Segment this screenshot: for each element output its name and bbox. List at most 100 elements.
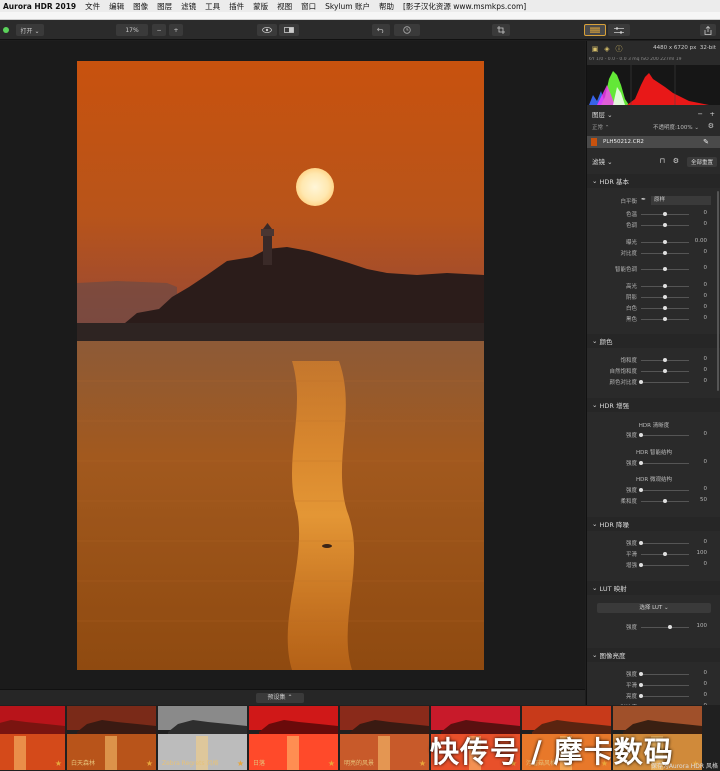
- crop-button[interactable]: [492, 24, 510, 36]
- slider-knob[interactable]: [639, 541, 643, 545]
- compare-button[interactable]: [279, 24, 299, 36]
- preset-thumbnail[interactable]: 日落 ★: [249, 706, 338, 770]
- slider-knob[interactable]: [663, 223, 667, 227]
- section-lut[interactable]: ⌄ LUT 映射: [587, 581, 720, 595]
- slider-knob[interactable]: [639, 563, 643, 567]
- preset-thumbnail[interactable]: 明亮的风景 ★: [340, 706, 429, 770]
- layers-icon[interactable]: ◈: [603, 45, 611, 53]
- filters-header[interactable]: 滤镜 ⌄ ⊓ ⚙ 全部重置: [587, 154, 720, 168]
- photo-sunset-lighthouse[interactable]: [77, 61, 484, 670]
- section-hdr-enhance[interactable]: ⌄ HDR 增强: [587, 398, 720, 412]
- presets-collection-button[interactable]: 预设集 ⌃: [256, 693, 304, 703]
- slider-track[interactable]: [641, 543, 689, 544]
- slider-row[interactable]: 色温 0: [587, 209, 720, 219]
- presets-toggle-button[interactable]: [584, 24, 606, 36]
- slider-row[interactable]: 曝光 0.00: [587, 237, 720, 247]
- slider-knob[interactable]: [663, 267, 667, 271]
- slider-row[interactable]: 柔和度 50: [587, 496, 720, 506]
- minus-icon[interactable]: −: [698, 110, 703, 118]
- slider-track[interactable]: [641, 685, 689, 686]
- zoom-in-button[interactable]: +: [169, 24, 183, 36]
- white-balance-row[interactable]: 白平衡 ✒ 原样: [587, 196, 720, 206]
- section-hdr-denoise[interactable]: ⌄ HDR 降噪: [587, 517, 720, 531]
- slider-row[interactable]: 黑色 0: [587, 314, 720, 324]
- slider-track[interactable]: [641, 382, 689, 383]
- reset-all-button[interactable]: 全部重置: [686, 157, 717, 167]
- eyedropper-icon[interactable]: ✒: [641, 196, 646, 203]
- menu-window[interactable]: 窗口: [301, 1, 316, 12]
- share-button[interactable]: [700, 24, 716, 36]
- slider-knob[interactable]: [639, 683, 643, 687]
- slider-track[interactable]: [641, 627, 689, 628]
- favorite-star-icon[interactable]: ★: [328, 759, 335, 768]
- adjustments-toggle-button[interactable]: [608, 24, 630, 36]
- preview-eye-button[interactable]: [257, 24, 277, 36]
- favorite-star-icon[interactable]: ★: [419, 759, 426, 768]
- slider-knob[interactable]: [663, 306, 667, 310]
- slider-knob[interactable]: [663, 284, 667, 288]
- slider-row[interactable]: 平滑 100: [587, 549, 720, 559]
- slider-track[interactable]: [641, 490, 689, 491]
- slider-track[interactable]: [641, 463, 689, 464]
- menu-view[interactable]: 视图: [277, 1, 292, 12]
- blend-mode-select[interactable]: 正常 ⌃: [592, 123, 609, 131]
- undo-button[interactable]: [372, 24, 390, 36]
- menu-layer[interactable]: 图层: [157, 1, 172, 12]
- favorite-star-icon[interactable]: ★: [146, 759, 153, 768]
- slider-row[interactable]: 饱和度 0: [587, 355, 720, 365]
- slider-row[interactable]: 白色 0: [587, 303, 720, 313]
- menu-help[interactable]: 帮助: [379, 1, 394, 12]
- menu-filter[interactable]: 滤镜: [181, 1, 196, 12]
- slider-knob[interactable]: [639, 380, 643, 384]
- menu-edit[interactable]: 编辑: [109, 1, 124, 12]
- slider-knob[interactable]: [663, 212, 667, 216]
- layer-row[interactable]: PLH50212.CR2 ✎: [587, 136, 720, 148]
- slider-knob[interactable]: [639, 433, 643, 437]
- favorite-star-icon[interactable]: ★: [55, 759, 62, 768]
- menu-file[interactable]: 文件: [85, 1, 100, 12]
- menu-tools[interactable]: 工具: [205, 1, 220, 12]
- slider-row[interactable]: 色调 0: [587, 220, 720, 230]
- opacity-control[interactable]: 不透明度:100% ⌄: [653, 123, 699, 131]
- slider-row[interactable]: 增强 0: [587, 560, 720, 570]
- preset-thumbnail[interactable]: ★: [0, 706, 65, 770]
- slider-row[interactable]: 强度 0: [587, 669, 720, 679]
- info-icon[interactable]: ⓘ: [615, 45, 623, 53]
- filter-settings-icon[interactable]: ⚙: [673, 157, 679, 165]
- slider-track[interactable]: [641, 674, 689, 675]
- slider-knob[interactable]: [663, 499, 667, 503]
- history-button[interactable]: [394, 24, 420, 36]
- slider-knob[interactable]: [663, 369, 667, 373]
- section-hdr-basic[interactable]: ⌄ HDR 基本: [587, 174, 720, 188]
- slider-row[interactable]: 强度 0: [587, 485, 720, 495]
- white-balance-select[interactable]: 原样: [651, 196, 711, 205]
- slider-knob[interactable]: [663, 240, 667, 244]
- menu-mask[interactable]: 蒙版: [253, 1, 268, 12]
- slider-track[interactable]: [641, 565, 689, 566]
- filter-mask-icon[interactable]: ⊓: [660, 157, 665, 165]
- slider-knob[interactable]: [663, 251, 667, 255]
- lut-select[interactable]: 选择 LUT ⌄: [597, 603, 711, 613]
- section-color[interactable]: ⌄ 颜色: [587, 334, 720, 348]
- menu-skylum-account[interactable]: Skylum 账户: [325, 1, 370, 12]
- slider-row[interactable]: 自然饱和度 0: [587, 366, 720, 376]
- slider-row[interactable]: 强度 0: [587, 538, 720, 548]
- slider-track[interactable]: [641, 696, 689, 697]
- slider-knob[interactable]: [663, 552, 667, 556]
- image-icon[interactable]: ▣: [591, 45, 599, 53]
- zoom-select[interactable]: 17%: [116, 24, 148, 36]
- slider-knob[interactable]: [663, 358, 667, 362]
- slider-row[interactable]: 智能色调 0: [587, 264, 720, 274]
- app-menu[interactable]: Aurora HDR 2019: [3, 2, 76, 11]
- slider-row[interactable]: 强度 0: [587, 458, 720, 468]
- slider-row[interactable]: 强度 100: [587, 622, 720, 632]
- favorite-star-icon[interactable]: ★: [237, 759, 244, 768]
- gear-icon[interactable]: ⚙: [708, 122, 714, 130]
- layers-header[interactable]: 图层 ⌄ − +: [587, 107, 720, 121]
- slider-row[interactable]: 强度 0: [587, 430, 720, 440]
- slider-row[interactable]: 亮度 0: [587, 691, 720, 701]
- slider-knob[interactable]: [663, 317, 667, 321]
- slider-knob[interactable]: [639, 488, 643, 492]
- slider-knob[interactable]: [667, 625, 672, 629]
- slider-knob[interactable]: [663, 295, 667, 299]
